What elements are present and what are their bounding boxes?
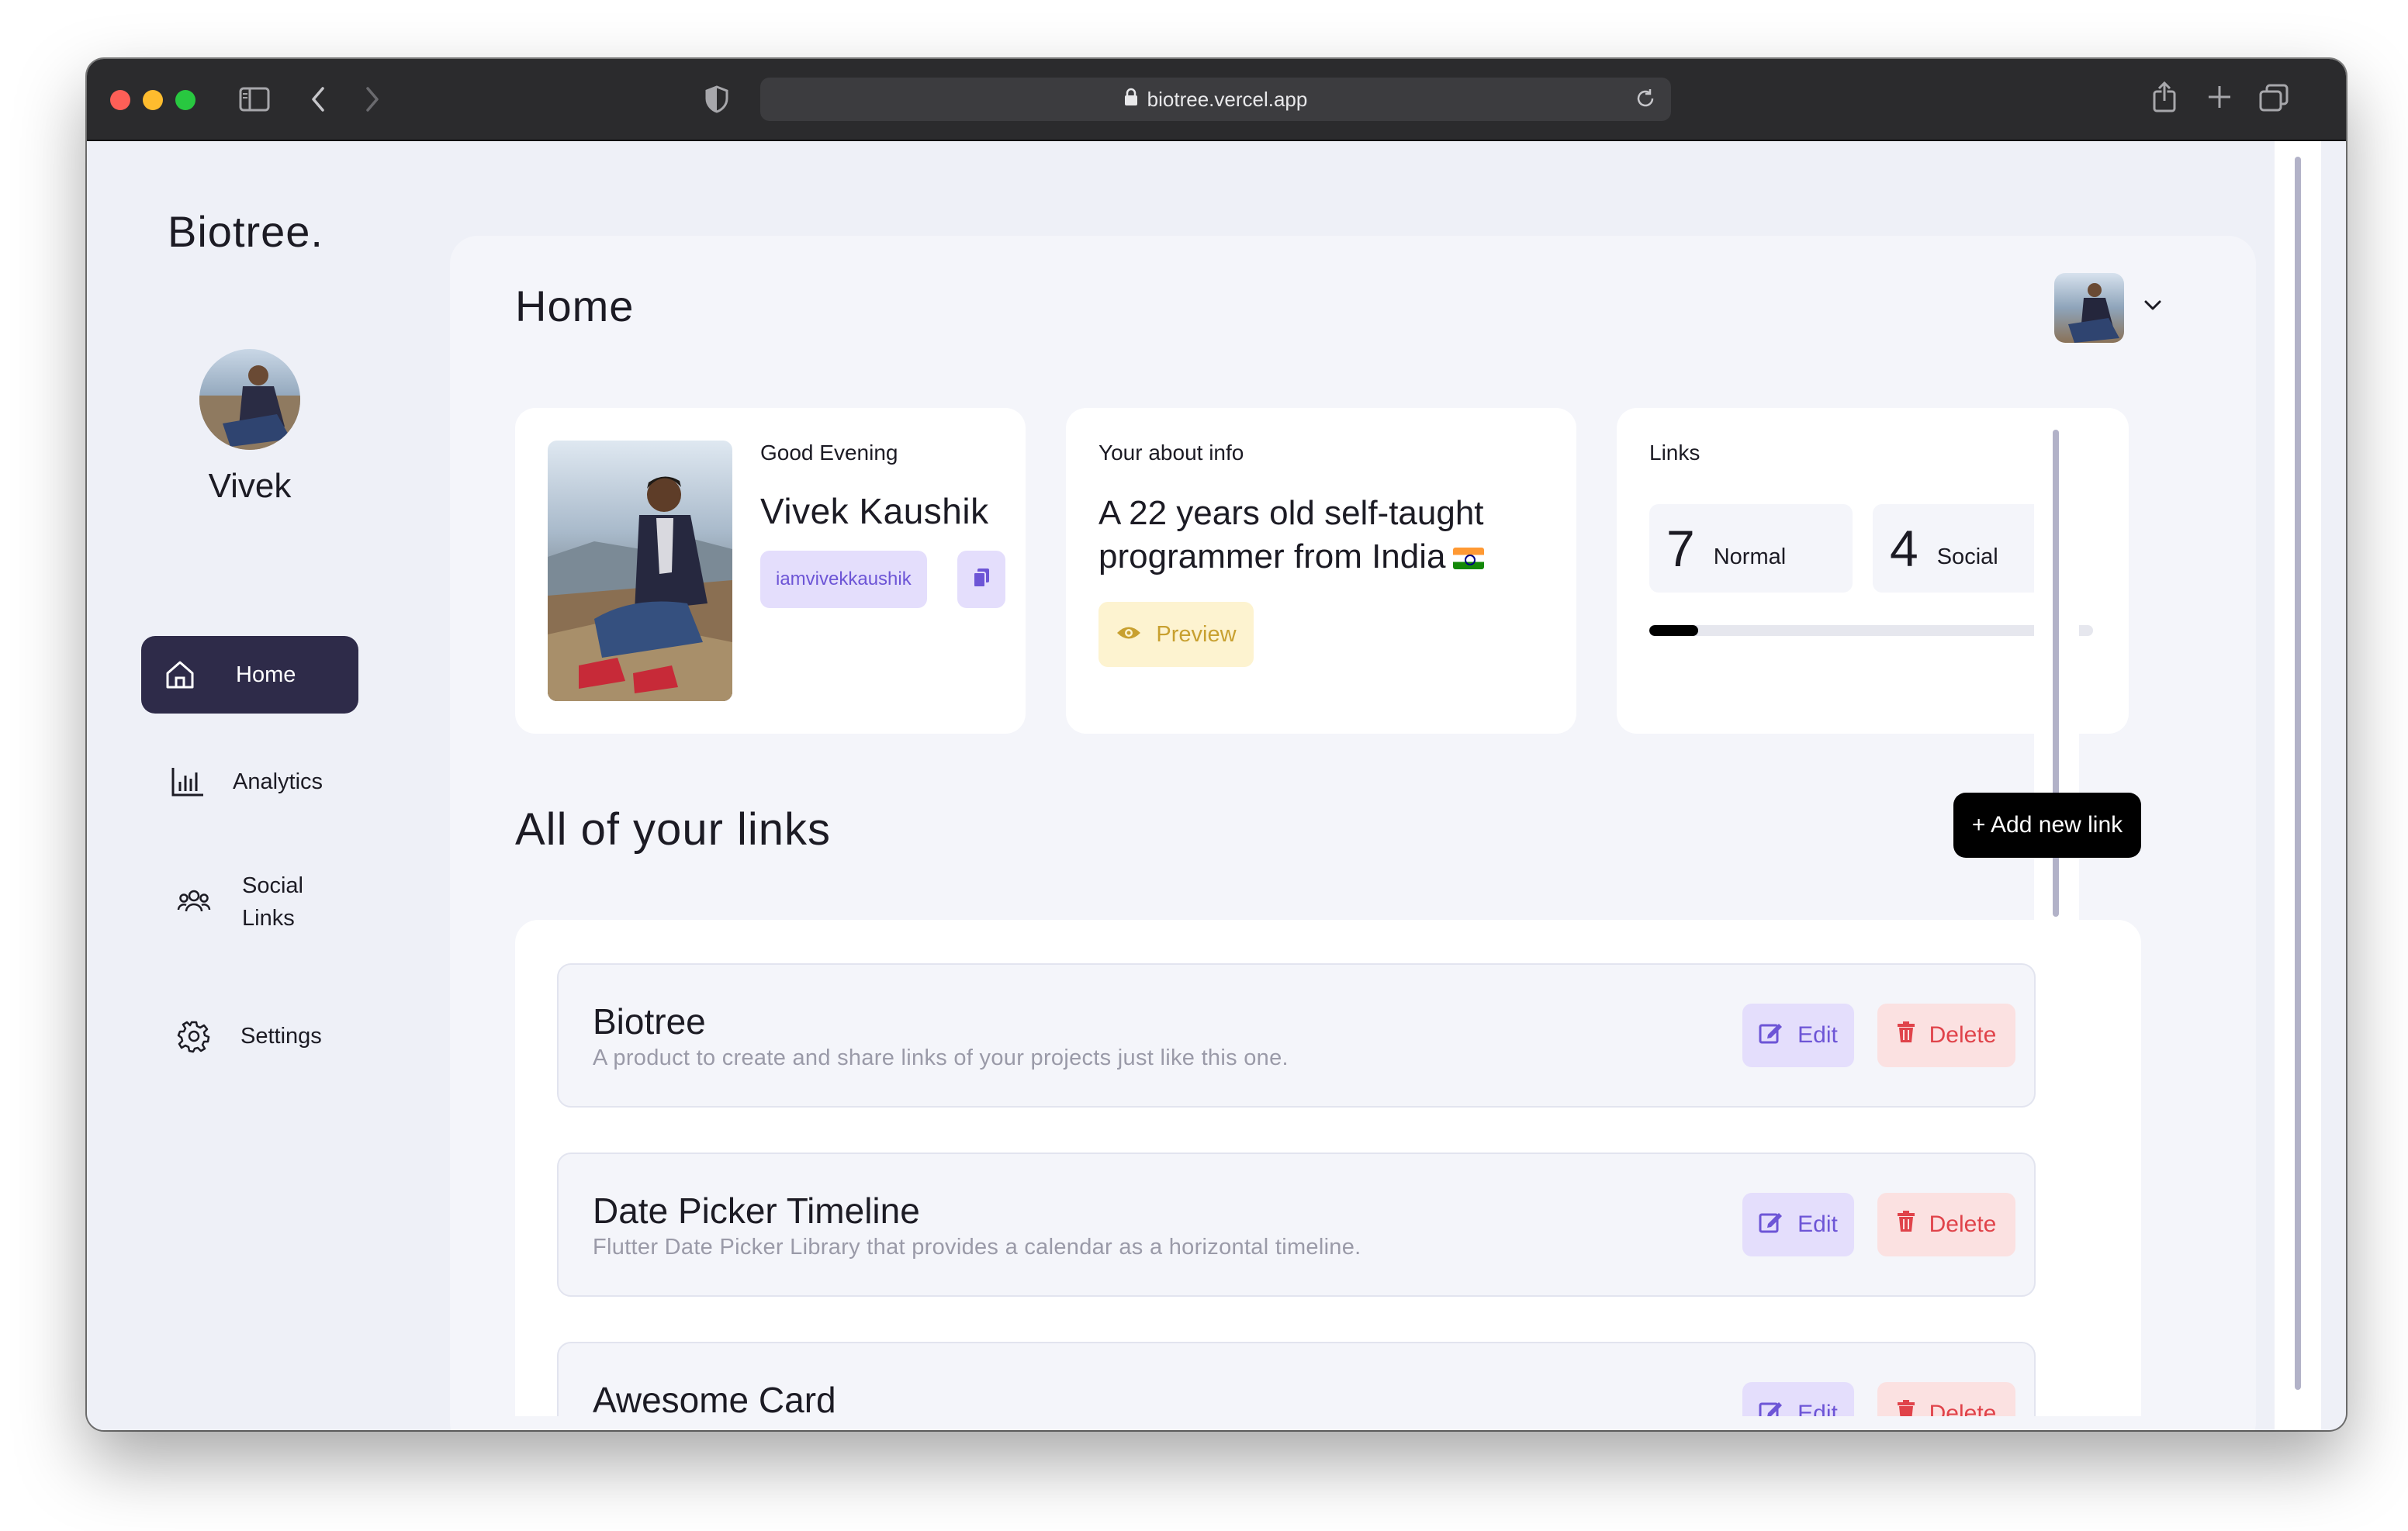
link-title: Biotree bbox=[593, 1001, 706, 1042]
edit-button[interactable]: Edit bbox=[1742, 1193, 1854, 1256]
about-text: A 22 years old self-taught programmer fr… bbox=[1098, 492, 1564, 579]
zoom-window-button[interactable] bbox=[175, 90, 195, 110]
browser-titlebar: biotree.vercel.app bbox=[87, 59, 2346, 141]
normal-links-count: 7 bbox=[1666, 520, 1695, 577]
sidebar-toggle-icon[interactable] bbox=[239, 85, 270, 113]
avatar bbox=[199, 349, 300, 450]
page-title: Home bbox=[515, 282, 635, 330]
list-item: Date Picker Timeline Flutter Date Picker… bbox=[557, 1153, 2036, 1297]
social-links-label: Social bbox=[1936, 544, 1998, 569]
shield-icon[interactable] bbox=[704, 85, 729, 113]
preview-label: Preview bbox=[1156, 621, 1237, 647]
eye-icon bbox=[1116, 622, 1142, 648]
delete-label: Delete bbox=[1929, 1211, 1997, 1237]
greeting-text: Good Evening bbox=[760, 441, 898, 465]
delete-button[interactable]: Delete bbox=[1877, 1004, 2015, 1067]
link-title: Awesome Card bbox=[593, 1380, 836, 1416]
sidebar-item-settings[interactable]: Settings bbox=[141, 1013, 358, 1059]
browser-window: biotree.vercel.app Biotree. Vivek Home A… bbox=[87, 59, 2346, 1430]
about-card: Your about info A 22 years old self-taug… bbox=[1066, 408, 1576, 734]
links-list: Biotree A product to create and share li… bbox=[515, 920, 2141, 1416]
bar-chart-icon bbox=[164, 766, 211, 797]
link-description: A product to create and share links of y… bbox=[593, 1045, 1289, 1070]
edit-label: Edit bbox=[1797, 1022, 1838, 1048]
forward-icon[interactable] bbox=[363, 85, 382, 113]
back-icon[interactable] bbox=[309, 85, 327, 113]
normal-links-stat: 7 Normal bbox=[1649, 504, 1853, 593]
preview-button[interactable]: Preview bbox=[1098, 602, 1254, 667]
delete-label: Delete bbox=[1929, 1401, 1997, 1416]
sidebar-item-label: Analytics bbox=[233, 769, 323, 794]
sidebar-item-label: Social Links bbox=[242, 873, 303, 931]
page-scrollbar-thumb[interactable] bbox=[2295, 157, 2301, 1390]
copy-button[interactable] bbox=[957, 551, 1005, 608]
links-heading: Links bbox=[1649, 441, 1700, 465]
delete-button[interactable]: Delete bbox=[1877, 1193, 2015, 1256]
url-text: biotree.vercel.app bbox=[1147, 87, 1308, 111]
copy-icon bbox=[973, 568, 990, 592]
normal-links-label: Normal bbox=[1713, 544, 1787, 569]
trash-icon bbox=[1897, 1021, 1915, 1049]
trash-icon bbox=[1897, 1400, 1915, 1416]
link-description: Flutter Date Picker Library that provide… bbox=[593, 1235, 1361, 1260]
links-section-title: All of your links bbox=[515, 804, 832, 855]
links-progress-bar bbox=[1649, 625, 2093, 636]
about-heading: Your about info bbox=[1098, 441, 1244, 465]
chevron-down-icon[interactable] bbox=[2143, 298, 2163, 317]
address-bar[interactable]: biotree.vercel.app bbox=[760, 78, 1671, 121]
edit-label: Edit bbox=[1797, 1211, 1838, 1237]
list-item: Biotree A product to create and share li… bbox=[557, 963, 2036, 1108]
edit-button[interactable]: Edit bbox=[1742, 1004, 1854, 1067]
home-icon bbox=[157, 658, 203, 692]
edit-icon bbox=[1759, 1021, 1784, 1050]
sidebar-user-name: Vivek bbox=[208, 467, 292, 505]
edit-icon bbox=[1759, 1399, 1784, 1416]
edit-label: Edit bbox=[1797, 1401, 1838, 1416]
add-new-link-button[interactable]: + Add new link bbox=[1953, 793, 2141, 858]
sidebar-item-social-links[interactable]: Social Links bbox=[141, 867, 358, 937]
links-progress-fill bbox=[1649, 625, 1698, 636]
edit-button[interactable]: Edit bbox=[1742, 1382, 1854, 1416]
profile-full-name: Vivek Kaushik bbox=[760, 491, 989, 531]
delete-label: Delete bbox=[1929, 1022, 1997, 1048]
sidebar-item-label: Home bbox=[236, 662, 296, 687]
brand-logo[interactable]: Biotree. bbox=[168, 206, 323, 257]
sidebar-item-label: Settings bbox=[240, 1023, 322, 1049]
list-item: Awesome Card Edit Delete bbox=[557, 1342, 2036, 1416]
about-text-content: A 22 years old self-taught programmer fr… bbox=[1098, 494, 1484, 575]
share-icon[interactable] bbox=[2150, 81, 2178, 113]
reload-icon[interactable] bbox=[1634, 87, 1657, 116]
profile-card: Good Evening Vivek Kaushik iamvivekkaush… bbox=[515, 408, 1026, 734]
sidebar-item-analytics[interactable]: Analytics bbox=[141, 759, 358, 805]
social-links-count: 4 bbox=[1890, 520, 1918, 577]
profile-photo bbox=[548, 441, 732, 701]
india-flag-icon bbox=[1453, 548, 1485, 570]
account-avatar[interactable] bbox=[2054, 273, 2124, 343]
gear-icon bbox=[171, 1019, 217, 1053]
close-window-button[interactable] bbox=[110, 90, 130, 110]
edit-icon bbox=[1759, 1210, 1784, 1239]
page-content: Biotree. Vivek Home Analytics Social Lin… bbox=[87, 141, 2346, 1430]
link-title: Date Picker Timeline bbox=[593, 1191, 920, 1231]
tab-overview-icon[interactable] bbox=[2259, 84, 2289, 112]
minimize-window-button[interactable] bbox=[143, 90, 163, 110]
delete-button[interactable]: Delete bbox=[1877, 1382, 2015, 1416]
lock-icon bbox=[1124, 88, 1138, 112]
main-panel: Home Good Evening Vivek Kaushik iamvivek… bbox=[450, 236, 2256, 1430]
sidebar-item-home[interactable]: Home bbox=[141, 636, 358, 714]
new-tab-icon[interactable] bbox=[2206, 84, 2233, 110]
page-scrollbar[interactable] bbox=[2275, 141, 2321, 1430]
users-icon bbox=[171, 888, 217, 916]
trash-icon bbox=[1897, 1211, 1915, 1239]
profile-handle[interactable]: iamvivekkaushik bbox=[760, 551, 927, 608]
